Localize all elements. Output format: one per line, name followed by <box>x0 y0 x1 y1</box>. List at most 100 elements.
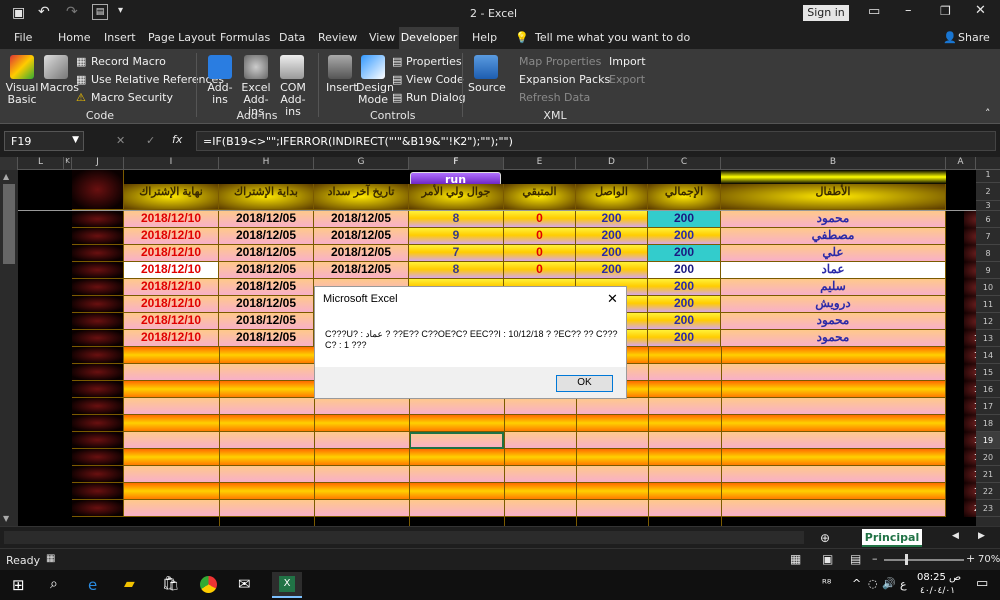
row-header[interactable]: 3 <box>976 201 1000 211</box>
zoom-out-icon[interactable]: – <box>872 552 878 565</box>
remaining-cell[interactable]: 0 <box>504 211 576 228</box>
start-date-cell[interactable]: 2018/12/05 <box>219 313 314 330</box>
sheet-scroll-right-icon[interactable]: ▶ <box>978 531 985 541</box>
mail-icon[interactable]: ✉ <box>238 575 251 593</box>
cancel-formula-button[interactable]: ✕ <box>116 134 125 147</box>
add-sheet-icon[interactable]: ⊕ <box>820 531 830 545</box>
tray-chevron-icon[interactable]: ^ <box>852 577 861 590</box>
clock-time[interactable]: 08:25 ص <box>917 572 961 583</box>
start-date-cell[interactable]: 2018/12/05 <box>219 279 314 296</box>
scroll-down-icon[interactable]: ▼ <box>3 514 9 523</box>
row-header[interactable]: 6 <box>976 211 1000 228</box>
phone-cell[interactable]: 8 <box>409 262 504 279</box>
row-header[interactable]: 20 <box>976 449 1000 466</box>
selected-cell-F19[interactable] <box>409 432 504 449</box>
horizontal-scrollbar[interactable] <box>4 531 804 544</box>
total-cell[interactable]: 200 <box>648 279 721 296</box>
zoom-slider-thumb[interactable] <box>905 554 908 565</box>
expansion-packs-button[interactable]: Expansion Packs <box>519 73 610 86</box>
export-button[interactable]: Export <box>609 73 645 86</box>
remaining-cell[interactable]: 0 <box>504 262 576 279</box>
tab-help[interactable]: Help <box>472 31 497 44</box>
child-name-cell[interactable]: درويش <box>721 296 946 313</box>
edge-browser-icon[interactable]: e <box>88 576 97 594</box>
child-name-cell[interactable]: محمود <box>721 330 946 347</box>
child-name-cell[interactable]: علي <box>721 245 946 262</box>
remaining-cell[interactable]: 0 <box>504 245 576 262</box>
row-header[interactable]: 21 <box>976 466 1000 483</box>
properties-button[interactable]: Properties <box>406 55 462 68</box>
macro-record-icon[interactable]: ▦ <box>46 553 55 564</box>
empty-cells[interactable] <box>124 466 946 483</box>
column-header-C[interactable]: C <box>648 157 721 170</box>
select-all-corner[interactable] <box>0 157 18 170</box>
windows-start-icon[interactable]: ⊞ <box>12 576 25 594</box>
last-payment-cell[interactable]: 2018/12/05 <box>314 211 409 228</box>
end-date-cell[interactable]: 2018/12/10 <box>124 228 219 245</box>
child-name-cell[interactable]: عماد <box>721 262 946 279</box>
paid-cell[interactable]: 200 <box>576 245 648 262</box>
empty-cells[interactable] <box>124 483 946 500</box>
row-header[interactable]: 10 <box>976 279 1000 296</box>
tab-developer[interactable]: Developer <box>399 27 459 49</box>
undo-icon[interactable]: ↶ <box>38 4 50 20</box>
row-header[interactable]: 17 <box>976 398 1000 415</box>
tab-formulas[interactable]: Formulas <box>220 31 270 44</box>
child-name-cell[interactable]: سليم <box>721 279 946 296</box>
record-macro-button[interactable]: Record Macro <box>91 55 166 68</box>
total-cell[interactable]: 200 <box>648 296 721 313</box>
row-header[interactable]: 22 <box>976 483 1000 500</box>
total-cell[interactable]: 200 <box>648 211 721 228</box>
minimize-icon[interactable]: – <box>905 3 912 18</box>
last-payment-cell[interactable]: 2018/12/05 <box>314 245 409 262</box>
start-date-cell[interactable]: 2018/12/05 <box>219 330 314 347</box>
name-box[interactable]: F19 ▼ <box>4 131 84 151</box>
column-header-L[interactable]: L <box>18 157 64 170</box>
child-name-cell[interactable]: محمود <box>721 211 946 228</box>
row-header[interactable]: 8 <box>976 245 1000 262</box>
tab-insert[interactable]: Insert <box>104 31 136 44</box>
zoom-in-icon[interactable]: + <box>966 552 975 565</box>
start-date-cell[interactable]: 2018/12/05 <box>219 211 314 228</box>
paid-cell[interactable]: 200 <box>576 228 648 245</box>
row-header[interactable]: 15 <box>976 364 1000 381</box>
column-header-F[interactable]: F <box>409 157 504 170</box>
row-header[interactable]: 16 <box>976 381 1000 398</box>
start-date-cell[interactable]: 2018/12/05 <box>219 296 314 313</box>
end-date-cell[interactable]: 2018/12/10 <box>124 262 219 279</box>
notification-icon[interactable]: ▭ <box>976 576 988 591</box>
column-header-A[interactable]: A <box>946 157 976 170</box>
visual-basic-button[interactable]: Visual Basic <box>4 82 40 106</box>
tab-review[interactable]: Review <box>318 31 357 44</box>
zoom-slider[interactable] <box>884 559 964 561</box>
language-indicator[interactable]: ع <box>900 578 907 591</box>
normal-view-icon[interactable]: ▦ <box>790 552 801 566</box>
collapse-ribbon-icon[interactable]: ˄ <box>985 107 991 120</box>
end-date-cell[interactable]: 2018/12/10 <box>124 296 219 313</box>
empty-cells[interactable] <box>124 500 946 517</box>
scroll-thumb[interactable] <box>3 184 15 264</box>
tab-page-layout[interactable]: Page Layout <box>148 31 216 44</box>
column-header-H[interactable]: H <box>219 157 314 170</box>
child-name-cell[interactable]: مصطفي <box>721 228 946 245</box>
people-icon[interactable]: ᴿ⁸ <box>822 577 831 590</box>
column-header-I[interactable]: I <box>124 157 219 170</box>
chevron-down-icon[interactable]: ▼ <box>72 135 79 145</box>
customize-qat-icon[interactable]: ▾ <box>118 5 123 16</box>
empty-cells[interactable] <box>124 449 946 466</box>
refresh-data-button[interactable]: Refresh Data <box>519 91 590 104</box>
last-payment-cell[interactable]: 2018/12/05 <box>314 228 409 245</box>
ribbon-display-icon[interactable]: ▭ <box>868 4 880 19</box>
row-header[interactable]: 23 <box>976 500 1000 517</box>
end-date-cell[interactable]: 2018/12/10 <box>124 211 219 228</box>
file-explorer-icon[interactable]: ▰ <box>124 576 135 592</box>
zoom-level[interactable]: 70% <box>978 554 1000 565</box>
design-mode-button[interactable]: Design Mode <box>356 82 394 106</box>
sign-in-button[interactable]: Sign in <box>803 5 849 21</box>
start-date-cell[interactable]: 2018/12/05 <box>219 245 314 262</box>
child-name-cell[interactable]: محمود <box>721 313 946 330</box>
insert-controls-button[interactable]: Insert <box>326 82 358 94</box>
end-date-cell[interactable]: 2018/12/10 <box>124 279 219 296</box>
row-header[interactable]: 14 <box>976 347 1000 364</box>
total-cell[interactable]: 200 <box>648 245 721 262</box>
